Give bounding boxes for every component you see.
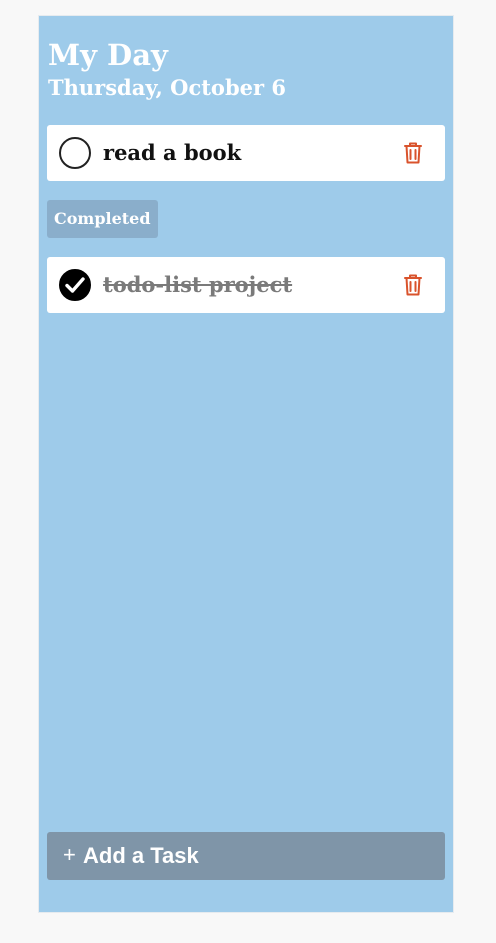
completed-section-toggle[interactable]: Completed [47,200,158,238]
complete-toggle-check-circle-icon[interactable] [59,269,91,301]
plus-icon: + [63,842,76,867]
completed-task-item: todo-list project [47,257,445,313]
page-title: My Day [48,38,168,72]
delete-task-trash-icon[interactable] [403,142,423,164]
my-day-panel: My Day Thursday, October 6 read a book C… [38,15,454,913]
delete-task-trash-icon[interactable] [403,274,423,296]
completed-task-label: todo-list project [103,272,293,297]
task-label: read a book [103,140,242,165]
task-item: read a book [47,125,445,181]
trash-icon [404,274,422,296]
add-task-button[interactable]: + Add a Task [47,832,445,880]
add-task-label: Add a Task [83,843,199,868]
complete-toggle-empty-circle-icon[interactable] [59,137,91,169]
trash-icon [404,142,422,164]
page-date: Thursday, October 6 [48,75,286,100]
checkmark-icon [65,277,85,293]
